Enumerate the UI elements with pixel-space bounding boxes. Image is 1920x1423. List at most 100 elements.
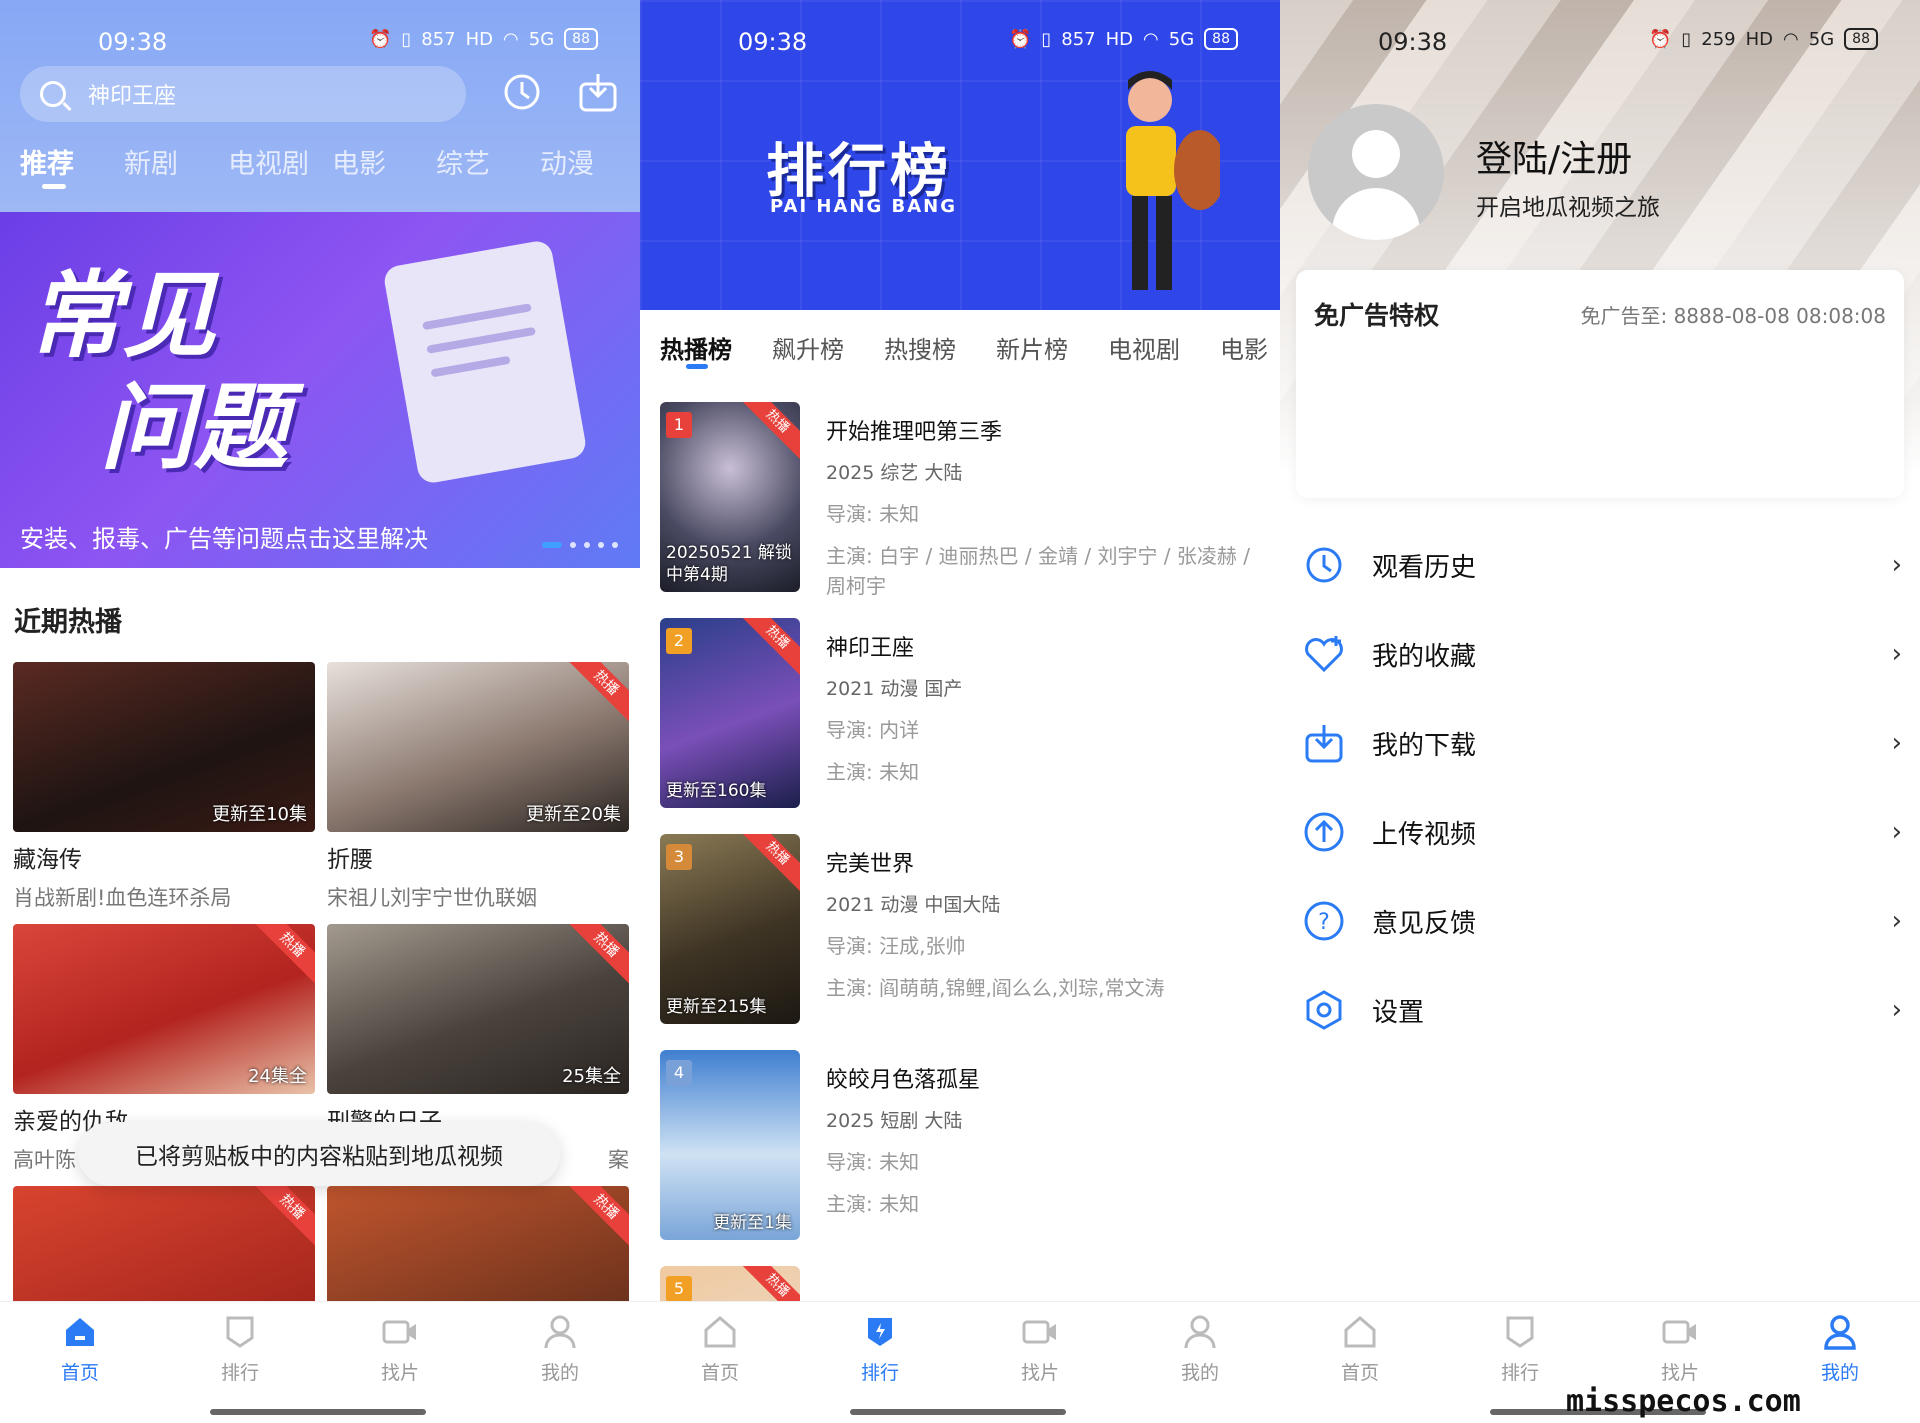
hot-badge: 热播 bbox=[566, 1186, 629, 1247]
status-time: 09:38 bbox=[1378, 28, 1448, 56]
menu-settings[interactable]: 设置 › bbox=[1302, 965, 1902, 1055]
video-card[interactable]: 更新至10集 藏海传 肖战新剧!血色连环杀局 bbox=[13, 662, 315, 912]
net-speed: 857 bbox=[421, 28, 456, 50]
nav-mine-label: 我的 bbox=[540, 1362, 579, 1384]
nav-home[interactable]: 首页 bbox=[0, 1302, 160, 1423]
episode-badge: 更新至20集 bbox=[526, 804, 621, 825]
tab-variety[interactable]: 综艺 bbox=[436, 142, 540, 181]
rank-item-cast: 主演: 阎萌萌,锦鲤,阎么么,刘琮,常文涛 bbox=[826, 976, 1165, 1000]
login-register-link[interactable]: 登陆/注册 bbox=[1476, 130, 1632, 182]
nav-rank[interactable]: 排行 bbox=[800, 1302, 960, 1423]
rank-item-meta: 2021 动漫 国产 bbox=[826, 678, 963, 700]
nav-mine-label: 我的 bbox=[1180, 1362, 1219, 1384]
rank-number: 1 bbox=[666, 412, 692, 438]
video-title: 藏海传 bbox=[13, 847, 82, 873]
hd-icon: HD bbox=[1105, 28, 1134, 50]
nav-home[interactable]: 首页 bbox=[640, 1302, 800, 1423]
menu-label: 设置 bbox=[1372, 997, 1425, 1028]
tab-new[interactable]: 新片榜 bbox=[996, 330, 1068, 365]
svg-text:?: ? bbox=[1318, 910, 1330, 935]
question-icon: ? bbox=[1302, 899, 1346, 943]
gesture-bar bbox=[210, 1409, 426, 1415]
tab-rising[interactable]: 飙升榜 bbox=[772, 330, 844, 365]
tab-tv[interactable]: 电视剧 bbox=[1108, 330, 1180, 365]
video-title: 折腰 bbox=[327, 847, 373, 873]
faq-banner[interactable]: 常见 问题 安装、报毒、广告等问题点击这里解决 bbox=[0, 212, 640, 568]
banner-title-a: 常见 bbox=[28, 262, 217, 371]
net-speed: 857 bbox=[1061, 28, 1096, 50]
scroll-illustration bbox=[382, 238, 588, 486]
download-icon[interactable] bbox=[576, 70, 620, 114]
battery-icon: 88 bbox=[564, 28, 598, 50]
menu-label: 我的下载 bbox=[1372, 730, 1477, 761]
video-desc: 肖战新剧!血色连环杀局 bbox=[13, 886, 232, 910]
menu-favorites[interactable]: 我的收藏 › bbox=[1302, 609, 1902, 699]
user-icon bbox=[540, 1312, 580, 1352]
menu-upload[interactable]: 上传视频 › bbox=[1302, 787, 1902, 877]
status-icons: ⏰ ▯ 857 HD ◠ 5G 88 bbox=[369, 28, 598, 50]
menu-history[interactable]: 观看历史 › bbox=[1302, 520, 1902, 610]
avatar[interactable] bbox=[1308, 104, 1444, 240]
rank-screen: 排行榜 PAI HANG BANG 09:38 ⏰ ▯ 857 HD ◠ 5G … bbox=[640, 0, 1280, 1423]
video-thumbnail: 2 热播 更新至160集 bbox=[660, 618, 800, 808]
video-thumbnail: 热播 24集全 bbox=[13, 924, 315, 1094]
profile-screen: 09:38 ⏰ ▯ 259 HD ◠ 5G 88 登陆/注册 开启地瓜视频之旅 … bbox=[1280, 0, 1920, 1423]
rank-hero: 排行榜 PAI HANG BANG 09:38 ⏰ ▯ 857 HD ◠ 5G … bbox=[640, 0, 1280, 310]
chevron-right-icon: › bbox=[1891, 639, 1902, 669]
home-screen: 09:38 ⏰ ▯ 857 HD ◠ 5G 88 神印王座 推荐 新剧 电视剧 … bbox=[0, 0, 640, 1423]
tab-movie[interactable]: 电影 bbox=[1220, 330, 1268, 365]
rank-item-title: 完美世界 bbox=[826, 852, 915, 877]
rank-item[interactable]: 1 热播 20250521 解锁中第4期 开始推理吧第三季 2025 综艺 大陆… bbox=[660, 402, 1260, 598]
rank-item[interactable]: 2 热播 更新至160集 神印王座 2021 动漫 国产 导演: 内详 主演: … bbox=[660, 618, 1260, 808]
menu-feedback[interactable]: ? 意见反馈 › bbox=[1302, 876, 1902, 966]
home-icon bbox=[1340, 1312, 1380, 1352]
section-title: 近期热播 bbox=[14, 607, 122, 638]
bottom-nav: 首页 排行 找片 我的 bbox=[640, 1301, 1280, 1423]
video-card[interactable]: 热播 更新至20集 折腰 宋祖儿刘宇宁世仇联姻 bbox=[327, 662, 629, 912]
rank-item-director: 导演: 未知 bbox=[826, 502, 920, 526]
video-desc: 宋祖儿刘宇宁世仇联姻 bbox=[327, 886, 537, 910]
rank-icon bbox=[860, 1312, 900, 1352]
tab-tv[interactable]: 电视剧 bbox=[228, 142, 332, 181]
history-icon bbox=[1302, 543, 1346, 587]
menu-label: 观看历史 bbox=[1372, 552, 1477, 583]
history-icon[interactable] bbox=[500, 70, 544, 114]
nav-find[interactable]: 找片 bbox=[960, 1302, 1120, 1423]
login-subtitle: 开启地瓜视频之旅 bbox=[1476, 195, 1660, 221]
watermark: misspecos.com bbox=[1566, 1384, 1801, 1419]
nav-home[interactable]: 首页 bbox=[1280, 1302, 1440, 1423]
tab-anime[interactable]: 动漫 bbox=[540, 142, 640, 181]
menu-downloads[interactable]: 我的下载 › bbox=[1302, 698, 1902, 788]
hot-badge: 热播 bbox=[738, 618, 800, 677]
chevron-right-icon: › bbox=[1891, 817, 1902, 847]
ad-free-card[interactable]: 免广告特权 免广告至: 8888-08-08 08:08:08 bbox=[1296, 270, 1904, 498]
tab-new-drama[interactable]: 新剧 bbox=[124, 142, 228, 181]
rank-subtitle: PAI HANG BANG bbox=[770, 196, 958, 217]
status-icons: ⏰ ▯ 259 HD ◠ 5G 88 bbox=[1649, 28, 1878, 50]
nav-rank[interactable]: 排行 bbox=[160, 1302, 320, 1423]
heart-icon bbox=[1302, 632, 1346, 676]
status-bar: 09:38 ⏰ ▯ 857 HD ◠ 5G 88 bbox=[0, 22, 640, 62]
nav-find-label: 找片 bbox=[1660, 1362, 1699, 1384]
tab-movie[interactable]: 电影 bbox=[332, 142, 436, 181]
tab-hot[interactable]: 热播榜 bbox=[660, 330, 732, 369]
wifi-icon: ◠ bbox=[503, 28, 519, 50]
tab-recommend[interactable]: 推荐 bbox=[20, 142, 124, 189]
rank-item-title: 神印王座 bbox=[826, 636, 915, 661]
hot-badge: 热播 bbox=[738, 834, 800, 893]
status-time: 09:38 bbox=[98, 28, 168, 56]
episode-badge: 更新至1集 bbox=[713, 1213, 792, 1233]
rank-number: 2 bbox=[666, 628, 692, 654]
video-thumbnail: 热播 25集全 bbox=[327, 924, 629, 1094]
nav-find[interactable]: 找片 bbox=[320, 1302, 480, 1423]
nav-mine[interactable]: 我的 bbox=[1120, 1302, 1280, 1423]
status-bar: 09:38 ⏰ ▯ 259 HD ◠ 5G 88 bbox=[1280, 22, 1920, 62]
nav-mine[interactable]: 我的 bbox=[480, 1302, 640, 1423]
rank-item[interactable]: 3 热播 更新至215集 完美世界 2021 动漫 中国大陆 导演: 汪成,张帅… bbox=[660, 834, 1260, 1024]
search-input[interactable]: 神印王座 bbox=[20, 66, 466, 122]
bottom-nav: 首页 排行 找片 我的 bbox=[0, 1301, 640, 1423]
rank-item[interactable]: 4 更新至1集 皎皎月色落孤星 2025 短剧 大陆 导演: 未知 主演: 未知 bbox=[660, 1050, 1260, 1240]
rank-item-director: 导演: 汪成,张帅 bbox=[826, 934, 966, 958]
vibrate-icon: ▯ bbox=[1041, 28, 1052, 50]
tab-trending-search[interactable]: 热搜榜 bbox=[884, 330, 956, 365]
